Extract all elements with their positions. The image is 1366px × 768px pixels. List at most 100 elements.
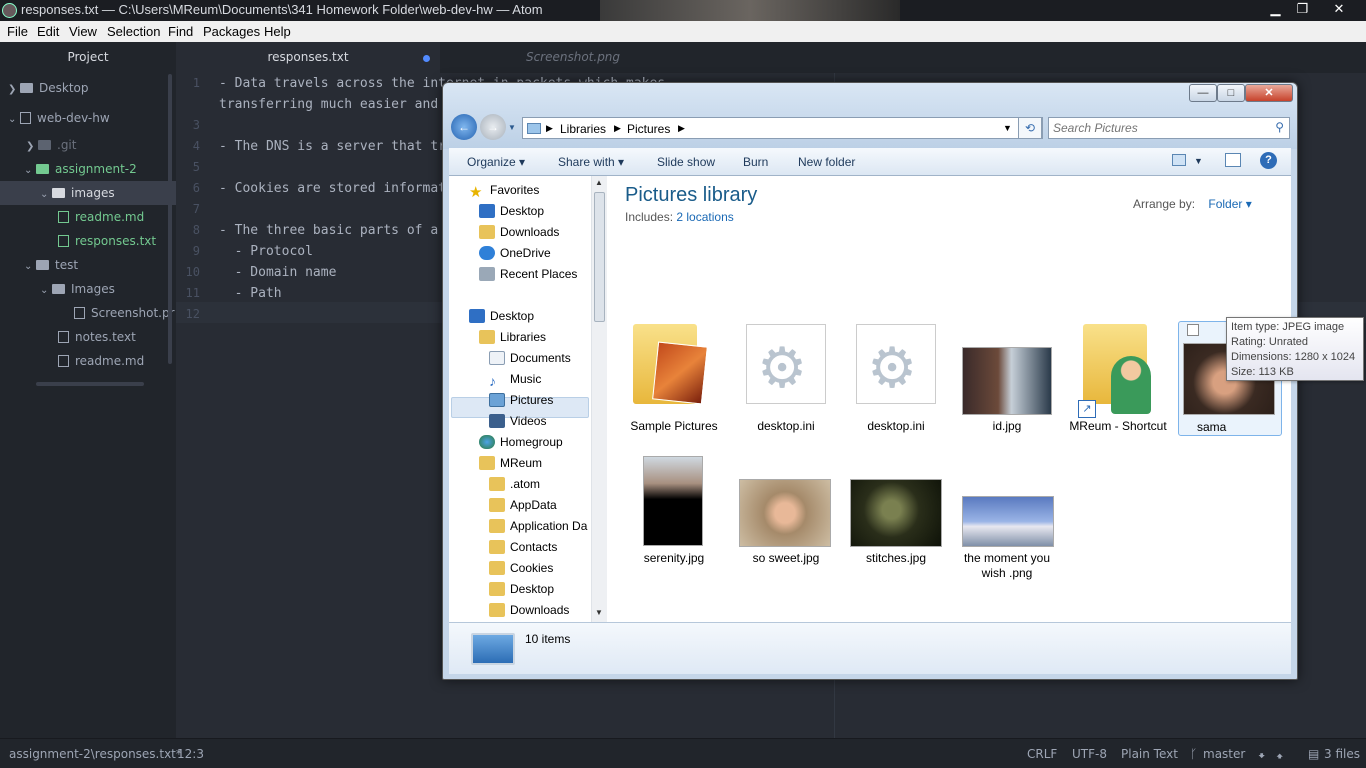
menu-find[interactable]: Find (168, 24, 193, 39)
back-button[interactable]: ← (451, 114, 477, 140)
tree-folder-images[interactable]: ⌄ images (40, 182, 115, 204)
nav-scroll-thumb[interactable] (594, 192, 605, 322)
breadcrumb-pictures[interactable]: Pictures (627, 122, 670, 136)
help-icon[interactable]: ? (1260, 152, 1277, 169)
nav-user-desktop[interactable]: Desktop (489, 579, 554, 599)
item-so-sweet-jpg[interactable]: so sweet.jpg (731, 456, 841, 566)
tree-file-screenshot[interactable]: Screenshot.pr (74, 302, 176, 324)
push-up-icon[interactable]: 🠹 (1276, 747, 1283, 768)
minimize-button[interactable]: ▁ (1262, 0, 1289, 18)
close-button[interactable]: ✕ (1316, 0, 1362, 18)
status-line-ending[interactable]: CRLF (1027, 747, 1057, 761)
item-id-jpg[interactable]: id.jpg (952, 324, 1062, 434)
nav-atom[interactable]: .atom (489, 474, 540, 494)
slide-show-button[interactable]: Slide show (657, 155, 715, 169)
tree-folder-images-test[interactable]: ⌄ Images (40, 278, 115, 300)
nav-user-downloads[interactable]: Downloads (489, 600, 569, 620)
status-encoding[interactable]: UTF-8 (1072, 747, 1107, 761)
tree-folder-test[interactable]: ⌄ test (24, 254, 78, 276)
nav-contacts[interactable]: Contacts (489, 537, 557, 557)
tree-folder-git[interactable]: ❯ .git (26, 134, 76, 156)
item-desktop-ini-2[interactable]: desktop.ini (841, 324, 951, 434)
nav-cookies[interactable]: Cookies (489, 558, 553, 578)
menu-view[interactable]: View (69, 24, 97, 39)
breadcrumb-separator-icon: ▶ (678, 123, 685, 133)
tree-view-header[interactable]: Project (0, 42, 176, 73)
item-mreum-shortcut[interactable]: ↗ MReum - Shortcut (1063, 324, 1173, 450)
nav-videos[interactable]: Videos (489, 411, 546, 431)
change-view-icon[interactable] (1172, 154, 1186, 166)
nav-mreum[interactable]: MReum (479, 453, 542, 473)
organize-button[interactable]: Organize ▾ (467, 155, 525, 169)
item-stitches-jpg[interactable]: stitches.jpg (841, 456, 951, 566)
chevron-right-icon: ❯ (8, 84, 17, 95)
nav-libraries[interactable]: Libraries (479, 327, 546, 347)
search-box[interactable]: ⚲ (1048, 117, 1290, 139)
tree-folder-desktop[interactable]: ❯ Desktop (8, 77, 89, 99)
explorer-minimize-button[interactable]: — (1189, 84, 1217, 102)
status-file-path[interactable]: assignment-2\responses.txt* (9, 747, 182, 761)
fetch-down-icon[interactable]: 🠻 (1258, 747, 1265, 768)
nav-appdata[interactable]: AppData (489, 495, 557, 515)
item-the-moment-png[interactable]: the moment you wish .png (952, 456, 1062, 582)
arrange-by-dropdown[interactable]: Folder ▾ (1208, 197, 1251, 211)
forward-button[interactable]: → (480, 114, 506, 140)
nav-fav-downloads[interactable]: Downloads (479, 222, 559, 242)
nav-desktop[interactable]: Desktop (469, 306, 534, 326)
tab-responses[interactable]: responses.txt (176, 42, 440, 73)
nav-scrollbar[interactable]: ▲ ▼ (591, 176, 607, 622)
menu-packages[interactable]: Packages (203, 24, 260, 39)
settings-file-icon (856, 324, 936, 404)
burn-button[interactable]: Burn (743, 155, 768, 169)
nav-music[interactable]: ♪ Music (489, 369, 541, 389)
nav-fav-recent[interactable]: Recent Places (479, 264, 577, 284)
status-files[interactable]: 3 files (1324, 747, 1360, 761)
tree-file-notes[interactable]: notes.text (58, 326, 136, 348)
menu-help[interactable]: Help (264, 24, 291, 39)
search-icon[interactable]: ⚲ (1275, 120, 1284, 134)
refresh-button[interactable]: ⟲ (1018, 117, 1042, 139)
tree-file-readme-test[interactable]: readme.md (58, 350, 144, 372)
status-cursor-position[interactable]: 12:3 (177, 747, 204, 761)
item-serenity-jpg[interactable]: serenity.jpg (619, 456, 729, 566)
desktop-icon (479, 204, 495, 218)
breadcrumb-libraries[interactable]: Libraries (560, 122, 606, 136)
search-input[interactable] (1053, 120, 1263, 136)
tree-horizontal-scrollbar[interactable] (36, 382, 144, 386)
scroll-down-icon[interactable]: ▼ (595, 608, 603, 617)
address-dropdown-icon[interactable]: ▼ (1003, 123, 1012, 133)
folder-icon (36, 260, 49, 270)
item-checkbox[interactable] (1187, 324, 1199, 336)
new-folder-button[interactable]: New folder (798, 155, 855, 169)
explorer-maximize-button[interactable]: □ (1217, 84, 1245, 102)
tree-file-responses[interactable]: responses.txt (58, 230, 156, 252)
tree-file-readme[interactable]: readme.md (58, 206, 144, 228)
nav-documents[interactable]: Documents (489, 348, 571, 368)
maximize-button[interactable]: ❐ (1289, 0, 1316, 18)
nav-fav-desktop[interactable]: Desktop (479, 201, 544, 221)
nav-fav-onedrive[interactable]: OneDrive (479, 243, 551, 263)
nav-homegroup[interactable]: Homegroup (479, 432, 563, 452)
address-bar[interactable]: ▶ Libraries ▶ Pictures ▶ ▼ (522, 117, 1043, 139)
view-dropdown-icon[interactable]: ▼ (1194, 156, 1203, 166)
recent-pages-dropdown-icon[interactable]: ▼ (508, 123, 516, 132)
scroll-up-icon[interactable]: ▲ (595, 178, 603, 187)
locations-link[interactable]: 2 locations (676, 210, 733, 224)
item-desktop-ini-1[interactable]: desktop.ini (731, 324, 841, 434)
share-with-button[interactable]: Share with ▾ (558, 155, 624, 169)
nav-favorites[interactable]: ★ Favorites (469, 180, 539, 200)
nav-pictures[interactable]: Pictures (489, 390, 553, 410)
explorer-close-button[interactable]: ✕ (1245, 84, 1293, 102)
tree-repo-web-dev-hw[interactable]: ⌄ web-dev-hw (8, 107, 110, 129)
menu-selection[interactable]: Selection (107, 24, 160, 39)
status-branch[interactable]: master (1203, 747, 1245, 761)
menu-file[interactable]: File (7, 24, 28, 39)
menu-edit[interactable]: Edit (37, 24, 59, 39)
preview-pane-icon[interactable] (1225, 153, 1241, 167)
tab-screenshot[interactable]: Screenshot.png (441, 42, 705, 73)
item-sample-pictures[interactable]: Sample Pictures (619, 324, 729, 434)
tree-vertical-scrollbar[interactable] (168, 74, 172, 364)
nav-application-data[interactable]: Application Da (489, 516, 587, 536)
status-grammar[interactable]: Plain Text (1121, 747, 1178, 761)
tree-folder-assignment-2[interactable]: ⌄ assignment-2 (24, 158, 137, 180)
